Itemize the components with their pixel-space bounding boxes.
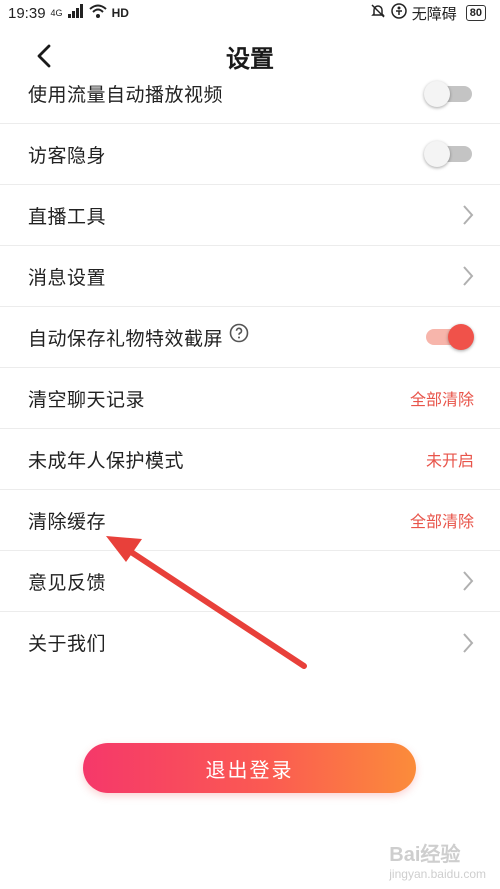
autoplay-video-toggle[interactable] [424, 80, 474, 107]
accessibility-icon [390, 3, 407, 23]
settings-list: 使用流量自动播放视频 访客隐身 直播工具 消息设置 自动保存礼物特效截屏 清空聊… [0, 64, 500, 673]
setting-label: 直播工具 [28, 206, 107, 228]
status-left: 19:39 4G HD [8, 4, 129, 22]
setting-minor-mode[interactable]: 未成年人保护模式 未开启 [0, 429, 500, 490]
clear-chat-action[interactable]: 全部清除 [410, 386, 474, 410]
setting-label: 自动保存礼物特效截屏 [28, 328, 224, 350]
setting-label: 未成年人保护模式 [28, 450, 185, 472]
setting-feedback[interactable]: 意见反馈 [0, 551, 500, 612]
setting-label: 消息设置 [28, 267, 107, 289]
logout-button[interactable]: 退出登录 [83, 743, 416, 793]
accessibility-label: 无障碍 [411, 5, 457, 23]
chevron-right-icon [463, 266, 474, 286]
chevron-right-icon [463, 205, 474, 225]
bell-muted-icon [370, 3, 386, 23]
setting-message-settings[interactable]: 消息设置 [0, 246, 500, 307]
setting-autoplay-video: 使用流量自动播放视频 [0, 64, 500, 124]
setting-label: 使用流量自动播放视频 [28, 85, 224, 106]
signal-icon [67, 4, 84, 22]
setting-visitor-invisible: 访客隐身 [0, 124, 500, 185]
setting-clear-chat: 清空聊天记录 全部清除 [0, 368, 500, 429]
hd-icon: HD [111, 6, 129, 20]
watermark-brand: Bai经验 [389, 844, 461, 866]
chevron-right-icon [463, 632, 474, 653]
battery-indicator: 80 [465, 5, 486, 21]
help-icon[interactable] [229, 323, 249, 343]
status-bar: 19:39 4G HD 无障碍 80 [0, 0, 500, 26]
status-time: 19:39 [8, 4, 46, 22]
setting-label: 清空聊天记录 [28, 389, 146, 411]
watermark-url: jingyan.baidu.com [389, 867, 486, 881]
setting-label: 访客隐身 [28, 145, 107, 167]
chevron-right-icon [463, 571, 474, 591]
setting-label: 意见反馈 [28, 572, 107, 594]
setting-label: 清除缓存 [28, 511, 107, 533]
minor-mode-status: 未开启 [425, 453, 474, 470]
setting-clear-cache: 清除缓存 全部清除 [0, 490, 500, 551]
visitor-invisible-toggle[interactable] [424, 141, 474, 167]
auto-save-gift-toggle[interactable] [424, 324, 474, 350]
signal-tag: 4G [50, 8, 63, 18]
setting-about-us[interactable]: 关于我们 [0, 612, 500, 673]
wifi-icon [88, 4, 107, 22]
setting-label: 关于我们 [28, 634, 107, 655]
watermark: Bai经验 jingyan.baidu.com [389, 838, 486, 881]
clear-cache-action[interactable]: 全部清除 [410, 508, 474, 532]
setting-live-tools[interactable]: 直播工具 [0, 185, 500, 246]
status-right: 无障碍 80 [370, 3, 486, 24]
setting-auto-save-gift: 自动保存礼物特效截屏 [0, 307, 500, 368]
